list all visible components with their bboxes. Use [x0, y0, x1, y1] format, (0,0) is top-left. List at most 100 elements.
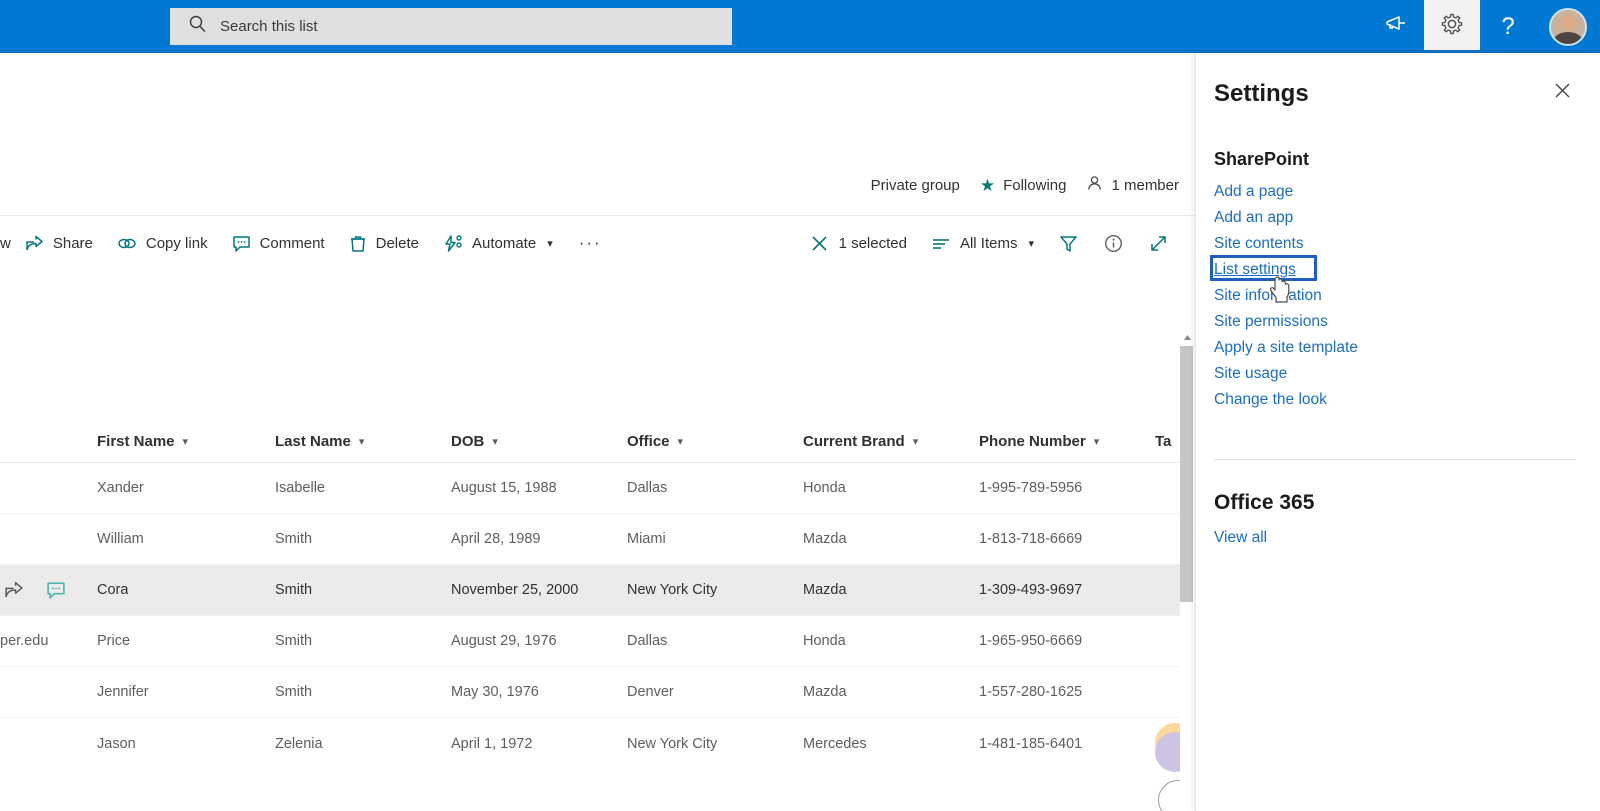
suite-bar: ?: [0, 0, 1600, 53]
close-icon: [809, 233, 830, 254]
cell-brand: Honda: [803, 633, 846, 649]
members-button[interactable]: 1 member: [1086, 175, 1179, 196]
expand-icon: [1148, 233, 1169, 254]
search-input[interactable]: [220, 14, 700, 39]
expand-button[interactable]: [1136, 223, 1181, 263]
search-icon: [188, 14, 208, 39]
cell-phone: 1-813-718-6669: [979, 531, 1083, 547]
new-button-partial[interactable]: w: [0, 235, 11, 252]
privacy-label: Private group: [871, 177, 960, 194]
delete-button[interactable]: Delete: [337, 223, 431, 263]
comment-button[interactable]: Comment: [220, 223, 337, 263]
cell-first-name: Cora: [97, 582, 129, 598]
megaphone-button[interactable]: [1368, 0, 1424, 53]
person-icon: [1086, 175, 1103, 196]
copy-link-button[interactable]: Copy link: [105, 223, 220, 263]
cell-dob: August 29, 1976: [451, 633, 557, 649]
view-switcher-button[interactable]: All Items ▾: [919, 223, 1046, 263]
privacy-text: Private group: [870, 177, 960, 194]
automate-button[interactable]: Automate ▾: [431, 223, 565, 263]
filter-icon: [1058, 233, 1079, 254]
list-grid: First Name ▾ Last Name ▾ DOB ▾ Office ▾ …: [0, 271, 1195, 811]
help-icon: ?: [1501, 12, 1515, 40]
automate-label: Automate: [471, 234, 537, 252]
list-main-area: Private group ★ Following 1 member w Sha…: [0, 53, 1195, 811]
cell-office: Dallas: [627, 633, 668, 649]
column-header-last-name[interactable]: Last Name ▾: [275, 433, 440, 450]
filter-button[interactable]: [1046, 223, 1091, 263]
suite-actions: ?: [1368, 0, 1600, 53]
cell-last-name: Smith: [275, 531, 313, 547]
link-apply-a-site-template[interactable]: Apply a site template: [1214, 335, 1358, 361]
column-header-office[interactable]: Office ▾: [627, 433, 792, 450]
scrollbar-track[interactable]: [1180, 346, 1195, 811]
link-view-all[interactable]: View all: [1214, 525, 1267, 551]
search-box[interactable]: [170, 8, 732, 45]
cell-brand: Mercedes: [803, 735, 867, 752]
site-meta-bar: Private group ★ Following 1 member: [871, 175, 1179, 196]
link-list-settings[interactable]: List settings: [1214, 257, 1296, 283]
column-header-current-brand[interactable]: Current Brand ▾: [803, 433, 973, 450]
chevron-up-icon: [1183, 328, 1192, 346]
cell-brand: Mazda: [803, 684, 847, 700]
account-button[interactable]: [1536, 0, 1600, 53]
cell-office: Denver: [627, 684, 674, 700]
link-site-information[interactable]: Site information: [1214, 283, 1322, 309]
column-header-first-name[interactable]: First Name ▾: [97, 433, 262, 450]
comment-label: Comment: [259, 234, 325, 252]
link-add-an-app[interactable]: Add an app: [1214, 205, 1293, 231]
column-header-phone-number[interactable]: Phone Number ▾: [979, 433, 1147, 450]
automate-icon: [443, 234, 463, 253]
link-site-usage[interactable]: Site usage: [1214, 361, 1287, 387]
info-button[interactable]: [1091, 223, 1136, 263]
table-row[interactable]: William Smith April 28, 1989 Miami Mazda…: [0, 514, 1180, 565]
section-heading-office365: Office 365: [1214, 491, 1315, 514]
table-row[interactable]: Jason Zelenia April 1, 1972 New York Cit…: [0, 718, 1195, 769]
star-icon: ★: [979, 176, 996, 195]
trash-icon: [349, 234, 367, 253]
following-button[interactable]: ★ Following: [980, 177, 1067, 194]
table-row[interactable]: Cora Smith November 25, 2000 New York Ci…: [0, 565, 1180, 616]
link-change-the-look[interactable]: Change the look: [1214, 387, 1327, 413]
scroll-up-button[interactable]: [1180, 329, 1195, 344]
clear-selection-button[interactable]: 1 selected: [797, 223, 919, 263]
table-row[interactable]: Xander Isabelle August 15, 1988 Dallas H…: [0, 463, 1180, 514]
cell-brand: Mazda: [803, 531, 847, 547]
link-site-permissions[interactable]: Site permissions: [1214, 309, 1328, 335]
chevron-down-icon: ▾: [1028, 237, 1034, 250]
cell-first-name: Price: [97, 633, 131, 649]
view-label: All Items: [959, 234, 1018, 252]
sharepoint-links: Add a page Add an app Site contents List…: [1214, 179, 1358, 413]
delete-label: Delete: [375, 234, 419, 252]
link-icon: [117, 234, 137, 253]
copy-link-label: Copy link: [145, 234, 208, 252]
column-label: DOB: [451, 433, 485, 450]
link-site-contents[interactable]: Site contents: [1214, 231, 1304, 257]
link-add-a-page[interactable]: Add a page: [1214, 179, 1293, 205]
selection-count-label: 1 selected: [838, 234, 907, 252]
table-row[interactable]: per.edu Price Smith August 29, 1976 Dall…: [0, 616, 1180, 667]
table-row[interactable]: Jennifer Smith May 30, 1976 Denver Mazda…: [0, 667, 1180, 718]
row-comment-icon[interactable]: [46, 580, 66, 600]
vertical-scrollbar[interactable]: [1180, 271, 1195, 811]
panel-divider: [1214, 459, 1576, 460]
more-commands-button[interactable]: ···: [565, 223, 616, 263]
cell-first-name: Jennifer: [97, 684, 149, 700]
panel-close-button[interactable]: [1546, 77, 1578, 109]
share-button[interactable]: Share: [13, 223, 105, 263]
help-button[interactable]: ?: [1480, 0, 1536, 53]
command-bar-left: w Share Copy link Comment Delete Automat…: [0, 217, 616, 269]
settings-gear-button[interactable]: [1424, 0, 1480, 53]
scrollbar-thumb[interactable]: [1180, 346, 1193, 602]
cell-phone: 1-557-280-1625: [979, 684, 1083, 700]
office365-links: View all: [1214, 525, 1267, 551]
settings-panel: Settings SharePoint Add a page Add an ap…: [1195, 53, 1600, 811]
column-header-dob[interactable]: DOB ▾: [451, 433, 616, 450]
cell-first-name: Jason: [97, 735, 136, 752]
cell-office: Miami: [627, 531, 666, 547]
cell-office: Dallas: [627, 480, 668, 496]
cell-dob: August 15, 1988: [451, 480, 557, 496]
chevron-down-icon: ▾: [492, 436, 498, 448]
section-heading-sharepoint: SharePoint: [1214, 149, 1310, 169]
row-share-icon[interactable]: [4, 580, 24, 600]
